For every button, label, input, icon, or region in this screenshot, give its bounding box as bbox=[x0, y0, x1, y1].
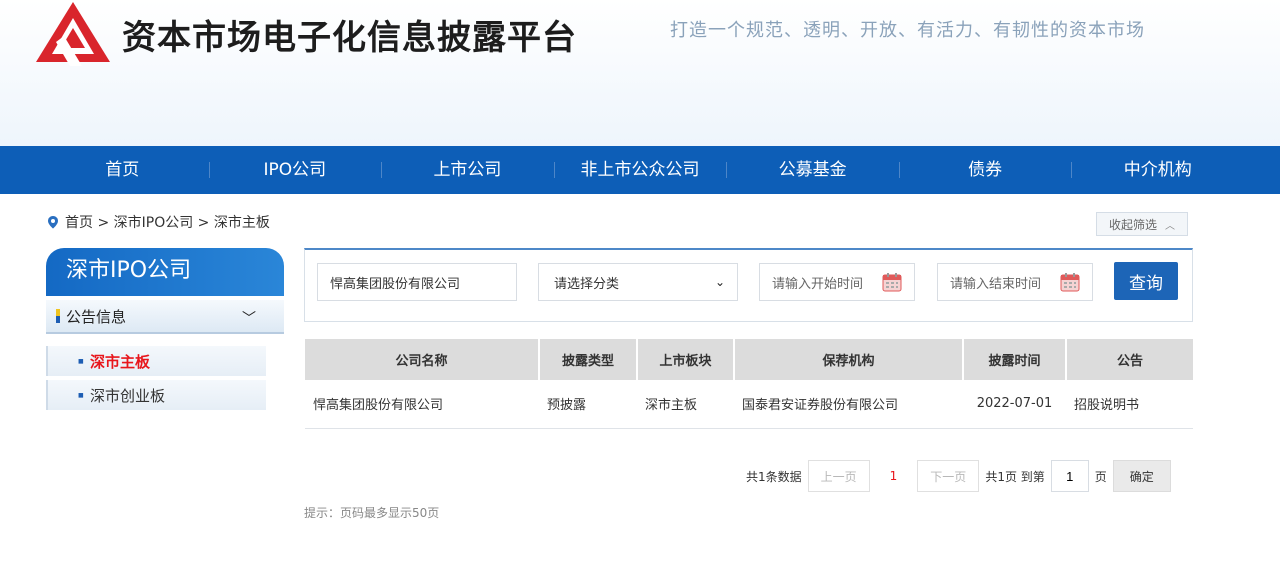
nav-home[interactable]: 首页 bbox=[36, 146, 209, 194]
cell-sponsor: 国泰君安证券股份有限公司 bbox=[734, 380, 963, 429]
prev-page-button[interactable]: 上一页 bbox=[807, 460, 870, 492]
col-company: 公司名称 bbox=[305, 339, 540, 380]
nav-ipo[interactable]: IPO公司 bbox=[208, 146, 382, 194]
cell-announcement-link[interactable]: 招股说明书 bbox=[1066, 380, 1193, 429]
cell-type: 预披露 bbox=[539, 380, 637, 429]
category-select[interactable]: 请选择分类 ⌄ bbox=[538, 263, 738, 301]
nav-non-listed-public[interactable]: 非上市公众公司 bbox=[553, 146, 727, 194]
pagination: 共1条数据 上一页 1 下一页 共1页 到第 页 确定 bbox=[746, 460, 1171, 492]
collapse-filter-button[interactable]: 收起筛选 ︿ bbox=[1096, 212, 1188, 236]
total-pages-text: 共1页 到第 bbox=[985, 469, 1045, 484]
total-count: 共1条数据 bbox=[746, 469, 802, 484]
sidebar-item-sz-main[interactable]: 深市主板 bbox=[46, 346, 266, 376]
nav-intermediary[interactable]: 中介机构 bbox=[1071, 146, 1244, 194]
nav-bond[interactable]: 债券 bbox=[898, 146, 1072, 194]
table-row: 悍高集团股份有限公司 预披露 深市主板 国泰君安证券股份有限公司 2022-07… bbox=[305, 380, 1193, 429]
sidebar-item-sz-chinext[interactable]: 深市创业板 bbox=[46, 380, 266, 410]
calendar-icon[interactable] bbox=[882, 272, 902, 292]
company-input[interactable]: 悍高集团股份有限公司 bbox=[317, 263, 517, 301]
current-page[interactable]: 1 bbox=[890, 469, 898, 483]
calendar-icon[interactable] bbox=[1060, 272, 1080, 292]
cell-date: 2022-07-01 bbox=[963, 380, 1066, 429]
col-board: 上市板块 bbox=[637, 339, 735, 380]
bar-marker-icon bbox=[56, 309, 60, 323]
sidebar-item-label: 深市主板 bbox=[90, 352, 151, 371]
end-date-input[interactable]: 请输入结束时间 bbox=[937, 263, 1093, 301]
end-date-placeholder: 请输入结束时间 bbox=[950, 276, 1042, 292]
cell-company[interactable]: 悍高集团股份有限公司 bbox=[305, 380, 539, 429]
table-header-row: 公司名称 披露类型 上市板块 保荐机构 披露时间 公告 bbox=[305, 339, 1193, 380]
page-number-input[interactable] bbox=[1050, 460, 1089, 492]
breadcrumb-text[interactable]: 首页 > 深市IPO公司 > 深市主板 bbox=[65, 212, 270, 232]
collapse-filter-label: 收起筛选 bbox=[1108, 217, 1157, 232]
filter-panel: 悍高集团股份有限公司 请选择分类 ⌄ 请输入开始时间 请输入结束时间 查询 bbox=[304, 248, 1193, 322]
sidebar-dropdown-label: 公告信息 bbox=[66, 307, 127, 326]
location-pin-icon bbox=[48, 216, 58, 229]
next-page-button[interactable]: 下一页 bbox=[917, 460, 980, 492]
chevron-up-icon: ︿ bbox=[1165, 220, 1175, 232]
cell-board: 深市主板 bbox=[637, 380, 734, 429]
site-slogan: 打造一个规范、透明、开放、有活力、有韧性的资本市场 bbox=[670, 20, 1145, 41]
chevron-down-icon: ⌄ bbox=[714, 275, 725, 289]
start-date-input[interactable]: 请输入开始时间 bbox=[759, 263, 915, 301]
header: 资本市场电子化信息披露平台 打造一个规范、透明、开放、有活力、有韧性的资本市场 bbox=[0, 0, 1280, 146]
pagination-tip: 提示：页码最多显示50页 bbox=[304, 506, 440, 520]
chevron-down-icon: ﹀ bbox=[242, 311, 256, 327]
sidebar-title: 深市IPO公司 bbox=[46, 248, 284, 296]
sidebar-dropdown[interactable]: 公告信息 ﹀ bbox=[46, 300, 284, 334]
query-button[interactable]: 查询 bbox=[1114, 262, 1178, 300]
start-date-placeholder: 请输入开始时间 bbox=[772, 276, 864, 292]
results-table: 公司名称 披露类型 上市板块 保荐机构 披露时间 公告 悍高集团股份有限公司 预… bbox=[305, 339, 1193, 429]
col-date: 披露时间 bbox=[963, 339, 1067, 380]
col-announcement: 公告 bbox=[1066, 339, 1193, 380]
col-type: 披露类型 bbox=[539, 339, 638, 380]
site-title: 资本市场电子化信息披露平台 bbox=[122, 18, 577, 58]
nav-listed[interactable]: 上市公司 bbox=[381, 146, 554, 194]
col-sponsor: 保荐机构 bbox=[734, 339, 964, 380]
sidebar-item-label: 深市创业板 bbox=[90, 386, 166, 405]
nav-public-fund[interactable]: 公募基金 bbox=[726, 146, 899, 194]
logo-icon bbox=[36, 2, 110, 66]
confirm-page-button[interactable]: 确定 bbox=[1112, 460, 1171, 492]
main-nav: 首页 IPO公司 上市公司 非上市公众公司 公募基金 债券 中介机构 bbox=[0, 146, 1280, 194]
category-select-value: 请选择分类 bbox=[554, 276, 620, 292]
page-suffix: 页 bbox=[1094, 469, 1107, 484]
breadcrumb: 首页 > 深市IPO公司 > 深市主板 bbox=[46, 212, 270, 232]
